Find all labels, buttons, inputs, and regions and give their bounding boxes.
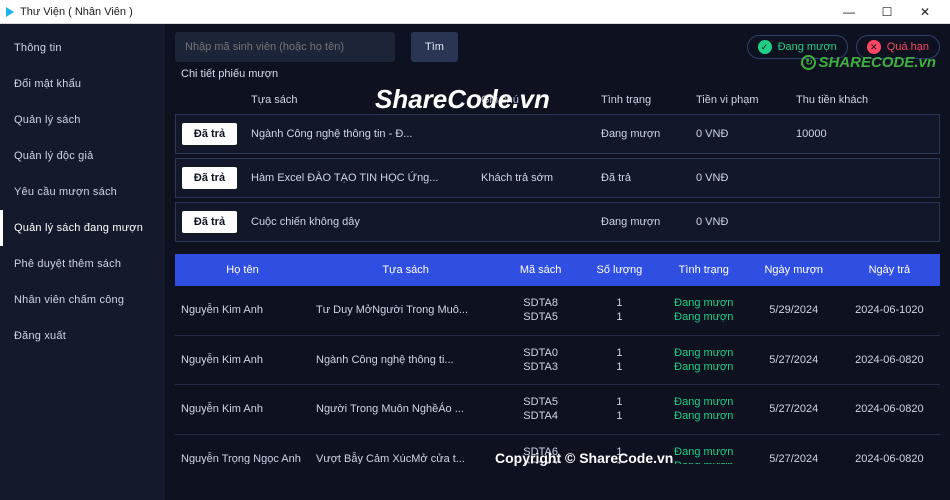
sidebar-item-3[interactable]: Quản lý độc giả: [0, 138, 165, 174]
collect: 10000: [790, 114, 940, 154]
book-title: Hàm Excel ĐÀO TẠO TIN HỌC Ứng...: [245, 158, 475, 198]
book-title: Người Trong Muôn NghềÁo ...: [310, 385, 501, 435]
status: Đang mượnĐang mượn: [659, 335, 749, 385]
window-title: Thư Viện ( Nhân Viên ): [20, 6, 133, 18]
tbl2-header: Tựa sách: [310, 254, 501, 286]
minimize-button[interactable]: —: [830, 2, 868, 22]
book-title: Tư Duy MởNgười Trong Muô...: [310, 286, 501, 335]
tbl1-header: [175, 90, 245, 110]
borrow-date: 5/29/2024: [749, 286, 839, 335]
return-date: 2024-06-0820: [839, 335, 940, 385]
name: Nguyễn Kim Anh: [175, 286, 310, 335]
status: Đã trả: [595, 158, 690, 198]
fine: 0 VNĐ: [690, 114, 790, 154]
status: Đang mượn: [595, 202, 690, 242]
codes: SDTA6SDTA7: [501, 434, 580, 464]
collect: [790, 158, 940, 198]
sidebar-item-2[interactable]: Quản lý sách: [0, 102, 165, 138]
maximize-button[interactable]: ☐: [868, 2, 906, 22]
sidebar-item-8[interactable]: Đăng xuất: [0, 318, 165, 354]
borrow-date: 5/27/2024: [749, 335, 839, 385]
status: Đang mượnĐang mượn: [659, 385, 749, 435]
x-icon: ✕: [867, 40, 881, 54]
table-row[interactable]: Đã trả Hàm Excel ĐÀO TẠO TIN HỌC Ứng...Kh…: [175, 158, 940, 198]
tbl2-header: Số lượng: [580, 254, 659, 286]
book-title: Ngành Công nghệ thông tin - Đ...: [245, 114, 475, 154]
find-button[interactable]: Tìm: [411, 32, 458, 62]
search-row: Tìm ✓Đang mượn ✕Quá hạn: [175, 32, 940, 62]
section-title: Chi tiết phiếu mượn: [181, 68, 940, 80]
return-button[interactable]: Đã trả: [182, 211, 237, 233]
book-title: Cuộc chiến không dây: [245, 202, 475, 242]
table-row[interactable]: Đã trả Ngành Công nghệ thông tin - Đ... Đa…: [175, 114, 940, 154]
fine: 0 VNĐ: [690, 158, 790, 198]
note: [475, 114, 595, 154]
status-overdue-pill[interactable]: ✕Quá hạn: [856, 35, 940, 59]
table-row[interactable]: Nguyễn Kim AnhNgành Công nghệ thông ti..…: [175, 335, 940, 385]
sidebar-item-6[interactable]: Phê duyệt thêm sách: [0, 246, 165, 282]
tbl1-header: Thu tiền khách: [790, 90, 940, 110]
note: [475, 202, 595, 242]
table-row[interactable]: Nguyễn Trọng Ngọc AnhVượt Bẫy Cảm XúcMở …: [175, 434, 940, 464]
name: Nguyễn Trọng Ngọc Anh: [175, 434, 310, 464]
tbl2-header: Họ tên: [175, 254, 310, 286]
tbl1-header: Ghi chú: [475, 90, 595, 110]
collect: [790, 202, 940, 242]
tbl2-header: Tình trạng: [659, 254, 749, 286]
tbl1-header: Tiền vi phạm: [690, 90, 790, 110]
search-input[interactable]: [175, 32, 395, 62]
note: Khách trả sớm: [475, 158, 595, 198]
borrow-date: 5/27/2024: [749, 385, 839, 435]
return-date: 2024-06-0820: [839, 434, 940, 464]
return-button[interactable]: Đã trả: [182, 123, 237, 145]
sidebar-item-4[interactable]: Yêu cầu mượn sách: [0, 174, 165, 210]
sidebar-item-1[interactable]: Đổi mật khẩu: [0, 66, 165, 102]
book-title: Ngành Công nghệ thông ti...: [310, 335, 501, 385]
qtys: 11: [580, 434, 659, 464]
check-icon: ✓: [758, 40, 772, 54]
fine: 0 VNĐ: [690, 202, 790, 242]
codes: SDTA0SDTA3: [501, 335, 580, 385]
table-row[interactable]: Nguyễn Kim AnhTư Duy MởNgười Trong Muô..…: [175, 286, 940, 335]
status: Đang mượn: [595, 114, 690, 154]
ticket-detail-table: Tựa sáchGhi chúTình trạngTiền vi phạmThu…: [175, 86, 940, 246]
qtys: 11: [580, 335, 659, 385]
book-title: Vượt Bẫy Cảm XúcMở cửa t...: [310, 434, 501, 464]
sidebar-item-0[interactable]: Thông tin: [0, 30, 165, 66]
codes: SDTA5SDTA4: [501, 385, 580, 435]
sidebar-item-5[interactable]: Quản lý sách đang mượn: [0, 210, 165, 246]
qtys: 11: [580, 286, 659, 335]
name: Nguyễn Kim Anh: [175, 385, 310, 435]
return-button[interactable]: Đã trả: [182, 167, 237, 189]
qtys: 11: [580, 385, 659, 435]
status: Đang mượnĐang mượn: [659, 286, 749, 335]
tbl2-header: Ngày mượn: [749, 254, 839, 286]
sidebar-item-7[interactable]: Nhân viên chấm công: [0, 282, 165, 318]
borrow-list-table: Họ tênTựa sáchMã sáchSố lượngTình trạngN…: [175, 254, 940, 464]
codes: SDTA8SDTA5: [501, 286, 580, 335]
tbl2-header: Ngày trả: [839, 254, 940, 286]
tbl1-header: Tình trạng: [595, 90, 690, 110]
return-date: 2024-06-0820: [839, 385, 940, 435]
app-icon: [6, 7, 14, 17]
main-panel: ↻SHARECODE.vn ShareCode.vn Tìm ✓Đang mượ…: [165, 24, 950, 500]
close-button[interactable]: ✕: [906, 2, 944, 22]
status-borrowing-pill[interactable]: ✓Đang mượn: [747, 35, 848, 59]
table-row[interactable]: Nguyễn Kim AnhNgười Trong Muôn NghềÁo ..…: [175, 385, 940, 435]
name: Nguyễn Kim Anh: [175, 335, 310, 385]
titlebar: Thư Viện ( Nhân Viên ) — ☐ ✕: [0, 0, 950, 24]
return-date: 2024-06-1020: [839, 286, 940, 335]
sidebar: Thông tinĐổi mật khẩuQuản lý sáchQuản lý…: [0, 24, 165, 500]
table-row[interactable]: Đã trả Cuộc chiến không dây Đang mượn0 VNĐ: [175, 202, 940, 242]
status: Đang mượnĐang mượn: [659, 434, 749, 464]
borrow-date: 5/27/2024: [749, 434, 839, 464]
tbl1-header: Tựa sách: [245, 90, 475, 110]
tbl2-header: Mã sách: [501, 254, 580, 286]
